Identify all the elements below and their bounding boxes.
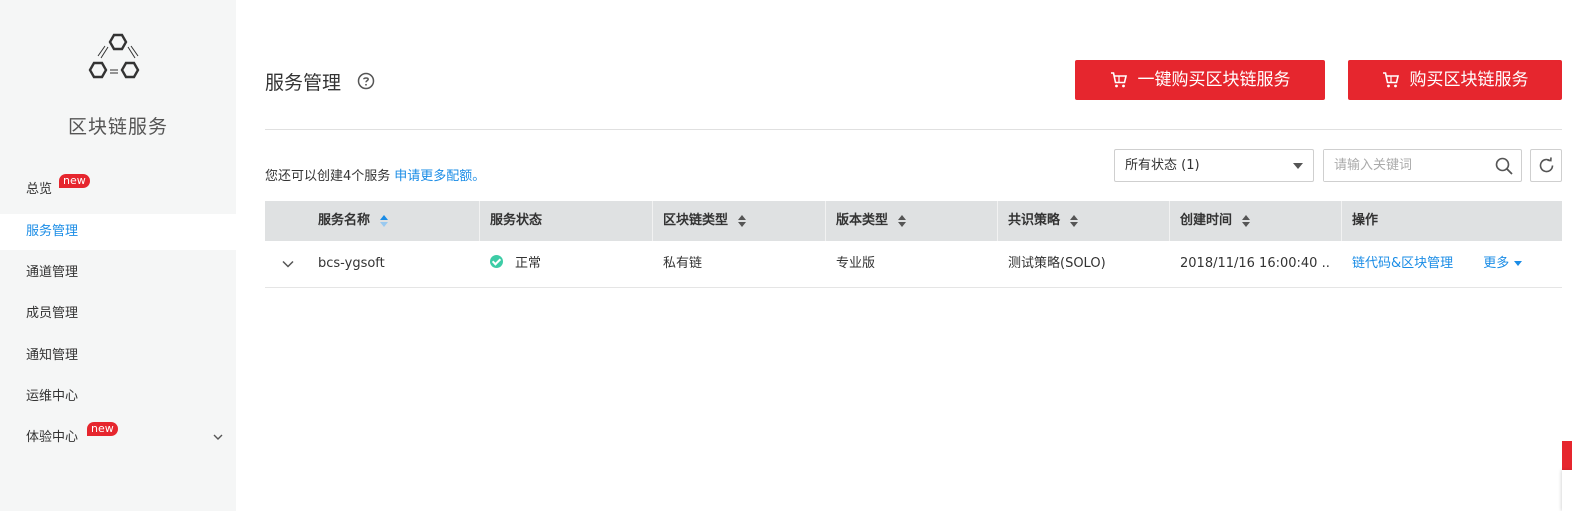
column-header-service-name: 服务名称 (307, 201, 389, 241)
column-label: 服务状态 (490, 213, 543, 228)
status-filter-value: 所有状态 (1) (1125, 158, 1200, 173)
header-divider (265, 129, 1562, 130)
search-input[interactable] (1324, 150, 1489, 181)
quota-text: 您还可以创建4个服务 (265, 169, 391, 184)
hexagon-network-logo (88, 33, 140, 79)
floating-panel-edge (1562, 470, 1572, 511)
page-title: 服务管理 (265, 72, 342, 94)
buy-one-click-label: 一键购买区块链服务 (1137, 70, 1291, 90)
sidebar-item-member-management[interactable]: 成员管理 (0, 296, 236, 332)
buy-service-button[interactable]: 购买区块链服务 (1348, 60, 1562, 100)
sidebar-item-experience-center[interactable]: 体验中心 new (0, 420, 236, 456)
sidebar-item-ops-center[interactable]: 运维中心 (0, 379, 236, 415)
column-header-edition: 版本类型 (825, 201, 907, 241)
sidebar-item-label: 运维中心 (26, 389, 79, 404)
sidebar: 区块链服务 总览 new 服务管理 通道管理 成员管理 通知管理 运维中心 体验… (0, 0, 236, 511)
sidebar-item-label: 体验中心 (26, 430, 79, 445)
sidebar-item-overview[interactable]: 总览 new (0, 172, 236, 208)
sort-icon[interactable] (1070, 214, 1079, 227)
service-name-cell: bcs-ygsoft (318, 256, 385, 271)
new-badge: new (59, 174, 90, 188)
service-status-cell: 正常 (490, 241, 541, 287)
more-actions-dropdown[interactable]: 更多 (1483, 256, 1523, 271)
sidebar-item-label: 成员管理 (26, 306, 79, 321)
more-label: 更多 (1483, 256, 1510, 271)
column-label: 创建时间 (1180, 213, 1233, 228)
table-header: 服务名称 服务状态 区块链类型 版本类型 共识策略 创建时间 操作 (265, 201, 1562, 241)
refresh-button[interactable] (1530, 149, 1562, 182)
chevron-down-icon[interactable] (282, 258, 294, 270)
status-filter-select[interactable]: 所有状态 (1) (1114, 149, 1314, 182)
buy-service-label: 购买区块链服务 (1409, 70, 1529, 90)
sort-icon[interactable] (738, 214, 747, 227)
search-box (1323, 149, 1522, 182)
app-root: 区块链服务 总览 new 服务管理 通道管理 成员管理 通知管理 运维中心 体验… (0, 0, 1572, 511)
status-text: 正常 (515, 256, 542, 271)
refresh-icon (1539, 157, 1554, 173)
sidebar-item-label: 通知管理 (26, 348, 79, 363)
column-label: 服务名称 (318, 213, 371, 228)
buy-one-click-button[interactable]: 一键购买区块链服务 (1075, 60, 1325, 100)
check-circle-icon (490, 255, 503, 268)
sidebar-item-label: 总览 (26, 182, 53, 197)
column-label: 区块链类型 (663, 213, 729, 228)
sidebar-item-label: 通道管理 (26, 265, 79, 280)
caret-down-icon (1514, 261, 1523, 266)
edition-cell: 专业版 (836, 256, 876, 271)
column-header-actions: 操作 (1341, 201, 1378, 241)
floating-panel-tab[interactable] (1562, 441, 1572, 470)
search-icon[interactable] (1495, 157, 1513, 175)
column-header-service-status: 服务状态 (479, 201, 542, 241)
sort-icon[interactable] (380, 214, 389, 227)
sidebar-item-notification-management[interactable]: 通知管理 (0, 338, 236, 374)
column-header-chain-type: 区块链类型 (652, 201, 747, 241)
services-table: 服务名称 服务状态 区块链类型 版本类型 共识策略 创建时间 操作 bcs-yg… (265, 201, 1562, 288)
column-header-created-time: 创建时间 (1169, 201, 1251, 241)
chaincode-block-management-link[interactable]: 链代码&区块管理 (1352, 256, 1453, 271)
sidebar-item-channel-management[interactable]: 通道管理 (0, 255, 236, 291)
created-time-cell: 2018/11/16 16:00:40 ... (1180, 256, 1330, 271)
quota-notice: 您还可以创建4个服务 申请更多配额。 (265, 165, 485, 184)
sort-icon[interactable] (1242, 214, 1251, 227)
cart-icon (1382, 72, 1399, 88)
column-header-consensus: 共识策略 (997, 201, 1079, 241)
table-row: bcs-ygsoft 正常 私有链 专业版 测试策略(SOLO) 2018/11… (265, 241, 1562, 288)
consensus-cell: 测试策略(SOLO) (1008, 256, 1106, 271)
new-badge: new (87, 422, 118, 436)
cart-icon (1110, 72, 1127, 88)
sort-icon[interactable] (898, 214, 907, 227)
column-label: 版本类型 (836, 213, 889, 228)
request-quota-link[interactable]: 申请更多配额。 (394, 169, 485, 184)
caret-down-icon (1293, 163, 1303, 169)
actions-cell: 链代码&区块管理 更多 (1352, 241, 1523, 287)
chain-type-cell: 私有链 (663, 256, 703, 271)
column-label: 共识策略 (1008, 213, 1061, 228)
chevron-down-icon[interactable] (212, 420, 224, 456)
sidebar-item-label: 服务管理 (26, 224, 79, 239)
sidebar-item-service-management[interactable]: 服务管理 (0, 214, 236, 250)
product-name: 区块链服务 (67, 116, 168, 138)
column-label: 操作 (1352, 213, 1379, 228)
question-circle-icon[interactable] (357, 72, 375, 90)
